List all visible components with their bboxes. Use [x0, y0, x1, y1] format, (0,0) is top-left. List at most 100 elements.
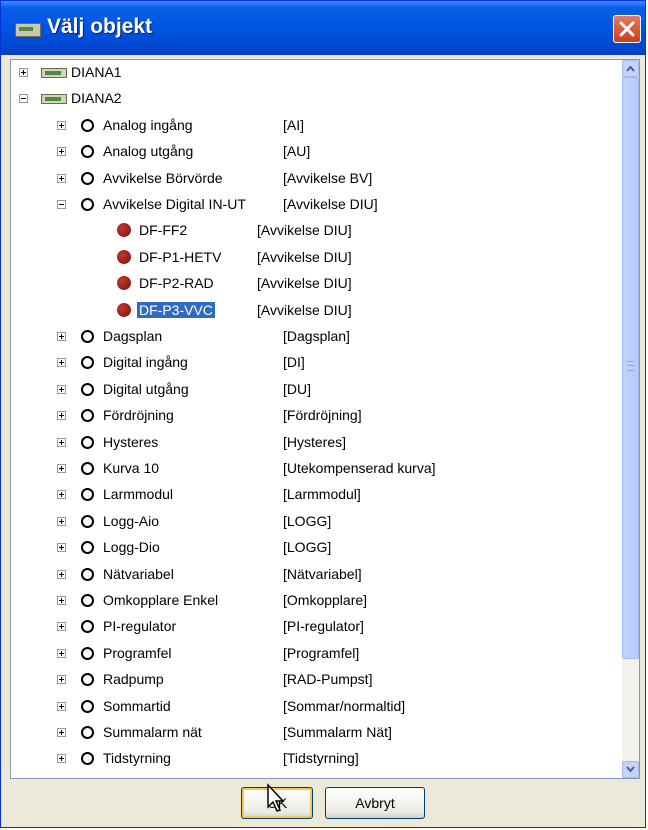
tree-item-type: [LOGG] [283, 539, 332, 556]
plus-box-icon[interactable] [57, 516, 66, 526]
plus-box-icon[interactable] [57, 728, 66, 737]
minus-box-icon[interactable] [57, 200, 66, 209]
tree-group-row[interactable]: Digital utgång [DU] [11, 379, 623, 405]
tree-group-row[interactable]: Avvikelse Börvörde [Avvikelse BV] [11, 168, 623, 194]
tree-object-row[interactable]: DF-P2-RAD [Avvikelse DIU] [11, 273, 623, 299]
tree-group-row[interactable]: Logg-Aio [LOGG] [11, 511, 623, 537]
tree-group-row[interactable]: Avvikelse Digital IN-UT [Avvikelse DIU] [11, 194, 623, 220]
plus-box-icon[interactable] [57, 411, 66, 421]
tree-item-label[interactable]: Tidstyrning [103, 750, 171, 766]
tree-group-row[interactable]: Sommartid [Sommar/normaltid] [11, 696, 623, 722]
tree-group-row[interactable]: Fördröjning [Fördröjning] [11, 405, 623, 431]
plus-box-icon[interactable] [57, 120, 66, 130]
plus-box-icon[interactable] [57, 384, 66, 394]
plus-box-icon[interactable] [57, 569, 66, 579]
tree-item-label[interactable]: Logg-Dio [103, 539, 160, 555]
grip-icon [627, 361, 634, 371]
tree-item-label[interactable]: DF-P1-HETV [139, 249, 221, 265]
plus-box-icon[interactable] [19, 68, 28, 77]
plus-box-icon[interactable] [57, 754, 66, 764]
tree-item-label[interactable]: Kurva 10 [103, 460, 159, 476]
tree-item-label[interactable]: Dagsplan [103, 328, 162, 344]
tree-item-label[interactable]: Analog utgång [103, 143, 193, 159]
tree-item-label[interactable]: Avvikelse Digital IN-UT [103, 196, 246, 212]
tree-item-label[interactable]: DIANA1 [71, 64, 122, 80]
tree-item-label[interactable]: Hysteres [103, 434, 158, 450]
tree-group-row[interactable]: Analog utgång [AU] [11, 141, 623, 167]
tree-item-label[interactable]: Analog ingång [103, 117, 193, 133]
tree-item-label[interactable]: Digital ingång [103, 354, 188, 370]
plus-box-icon[interactable] [57, 622, 66, 632]
tree-group-row[interactable]: Summalarm nät [Summalarm Nät] [11, 722, 623, 748]
tree-object-row[interactable]: DF-P3-VVC [Avvikelse DIU] [11, 300, 623, 326]
tree-item-label[interactable]: Logg-Aio [103, 513, 159, 529]
tree-item-label[interactable]: Avvikelse Börvörde [103, 170, 223, 186]
tree-item-label[interactable]: Radpump [103, 671, 164, 687]
plus-box-icon[interactable] [57, 437, 66, 447]
tree-item-label[interactable]: Fördröjning [103, 407, 174, 423]
plus-box-icon[interactable] [57, 490, 66, 500]
plus-box-icon[interactable] [57, 332, 66, 341]
tree-item-label[interactable]: Omkopplare Enkel [103, 592, 218, 608]
vertical-scrollbar[interactable] [622, 60, 639, 778]
plus-box-icon[interactable] [57, 543, 66, 553]
plus-box-icon[interactable] [57, 147, 66, 157]
scroll-thumb[interactable] [622, 77, 639, 659]
tree-root-row[interactable]: DIANA2 [11, 88, 623, 114]
tree-item-label[interactable]: DF-P3-VVC [136, 300, 216, 319]
tree-item-label[interactable]: Nätvariabel [103, 566, 174, 582]
ring-icon [81, 620, 94, 634]
ring-icon [81, 673, 94, 687]
cancel-button[interactable]: Avbryt [325, 787, 425, 819]
tree-item-label[interactable]: Sommartid [103, 698, 171, 714]
tree-group-row[interactable]: PI-regulator [PI-regulator] [11, 616, 623, 642]
plus-box-icon[interactable] [57, 173, 66, 183]
tree-item-label[interactable]: Summalarm nät [103, 724, 202, 740]
tree-item-label[interactable]: Programfel [103, 645, 171, 661]
tree-view[interactable]: DIANA1 DIANA2 Analog ingång [AI] Analog utgå… [11, 60, 623, 778]
minus-box-icon[interactable] [19, 94, 28, 104]
tree-group-row[interactable]: Omkopplare Enkel [Omkopplare] [11, 590, 623, 616]
tree-group-row[interactable]: Larmmodul [Larmmodul] [11, 484, 623, 510]
scroll-up-button[interactable] [622, 60, 639, 77]
tree-item-label[interactable]: DIANA2 [71, 90, 122, 106]
plus-box-icon[interactable] [57, 701, 66, 711]
tree-group-row[interactable]: Kurva 10 [Utekompenserad kurva] [11, 458, 623, 484]
ring-icon [81, 198, 94, 211]
tree-group-row[interactable]: Hysteres [Hysteres] [11, 432, 623, 458]
tree-item-label[interactable]: PI-regulator [103, 618, 176, 634]
tree-group-row[interactable]: Dagsplan [Dagsplan] [11, 326, 623, 352]
tree-group-row[interactable]: Tidstyrning [Tidstyrning] [11, 748, 623, 774]
tree-item-type: [Tidstyrning] [283, 750, 359, 767]
scroll-down-button[interactable] [622, 761, 639, 778]
tree-group-row[interactable]: Nätvariabel [Nätvariabel] [11, 564, 623, 590]
tree-group-row[interactable]: Timer [Timer] [11, 775, 623, 778]
tree-group-row[interactable]: Radpump [RAD-Pumpst] [11, 669, 623, 695]
tree-group-row[interactable]: Digital ingång [DI] [11, 352, 623, 378]
tree-group-row[interactable]: Programfel [Programfel] [11, 643, 623, 669]
object-tree[interactable]: DIANA1 DIANA2 Analog ingång [AI] Analog utgå… [10, 59, 640, 779]
plus-box-icon[interactable] [57, 358, 66, 368]
title-bar[interactable]: Välj objekt [1, 1, 645, 55]
plus-box-icon[interactable] [57, 596, 66, 605]
tree-object-row[interactable]: DF-FF2 [Avvikelse DIU] [11, 220, 623, 246]
tree-item-label[interactable]: Larmmodul [103, 486, 173, 502]
close-button[interactable] [613, 15, 641, 43]
plus-box-icon[interactable] [57, 648, 66, 658]
tree-group-row[interactable]: Logg-Dio [LOGG] [11, 537, 623, 563]
tree-item-label[interactable]: Timer [103, 777, 138, 778]
tree-group-row[interactable]: Analog ingång [AI] [11, 115, 623, 141]
tree-item-type: [Hysteres] [283, 433, 347, 450]
tree-object-row[interactable]: DF-P1-HETV [Avvikelse DIU] [11, 247, 623, 273]
tree-item-label[interactable]: DF-P2-RAD [139, 275, 214, 291]
red-dot-icon [117, 249, 131, 264]
tree-item-label[interactable]: DF-FF2 [139, 222, 187, 238]
plus-box-icon[interactable] [57, 675, 66, 685]
device-icon [41, 94, 67, 105]
ring-icon [81, 382, 94, 396]
tree-item-label[interactable]: Digital utgång [103, 381, 189, 397]
plus-box-icon[interactable] [57, 464, 66, 473]
tree-item-type: [PI-regulator] [283, 618, 364, 635]
tree-root-row[interactable]: DIANA1 [11, 62, 623, 88]
ring-icon [81, 488, 94, 502]
